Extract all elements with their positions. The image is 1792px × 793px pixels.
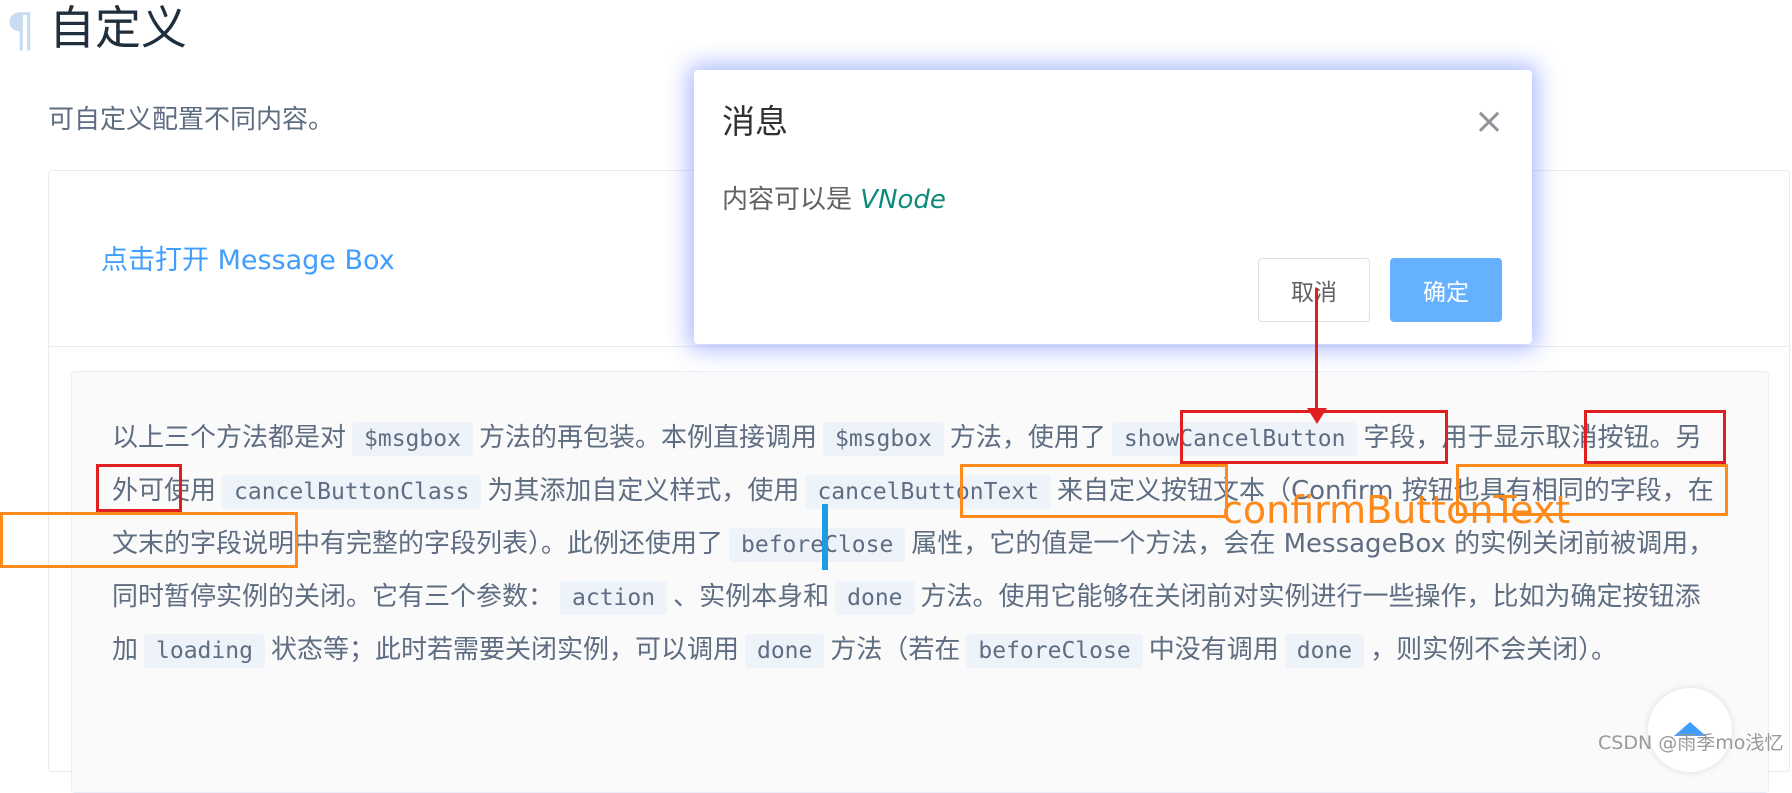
dialog-content: 内容可以是 VNode bbox=[722, 185, 946, 215]
code-cancel-button-class: cancelButtonClass bbox=[222, 475, 482, 509]
code-before-close: beforeClose bbox=[966, 634, 1143, 668]
text-cursor bbox=[822, 504, 828, 570]
section-subtitle: 可自定义配置不同内容。 bbox=[48, 105, 335, 135]
code-loading: loading bbox=[144, 634, 265, 668]
annotation-red-box bbox=[1584, 410, 1726, 464]
open-message-box-button[interactable]: 点击打开 Message Box bbox=[101, 241, 395, 281]
annotation-orange-box bbox=[960, 464, 1228, 518]
watermark: CSDN @雨季mo浅忆 bbox=[1598, 732, 1784, 754]
code-action: action bbox=[560, 581, 668, 615]
code-msgbox: $msgbox bbox=[352, 422, 473, 456]
close-icon[interactable]: × bbox=[1474, 102, 1504, 142]
code-done: done bbox=[1284, 634, 1365, 668]
dialog-title: 消息 bbox=[722, 102, 788, 141]
annotation-orange-box bbox=[0, 512, 298, 568]
confirm-button[interactable]: 确定 bbox=[1390, 258, 1502, 322]
description-paragraph: 以上三个方法都是对 $msgbox 方法的再包装。本例直接调用 $msgbox 方法，使… bbox=[112, 412, 1722, 677]
section-title: 自定义 bbox=[49, 1, 187, 55]
code-done: done bbox=[744, 634, 825, 668]
code-before-close: beforeClose bbox=[729, 528, 906, 562]
code-msgbox: $msgbox bbox=[822, 422, 944, 456]
annotation-arrow-head bbox=[1307, 408, 1327, 424]
anchor-pilcrow-icon[interactable]: ¶ bbox=[6, 2, 35, 58]
code-done: done bbox=[835, 581, 915, 615]
annotation-arrow bbox=[1315, 288, 1318, 410]
cancel-button[interactable]: 取消 bbox=[1258, 258, 1370, 322]
annotation-red-box bbox=[96, 464, 182, 512]
message-box-dialog: 消息 × 内容可以是 VNode 取消 确定 bbox=[694, 70, 1532, 344]
dialog-vnode-text: VNode bbox=[860, 185, 946, 215]
annotation-confirm-label: confirmButtonText bbox=[1222, 488, 1571, 532]
